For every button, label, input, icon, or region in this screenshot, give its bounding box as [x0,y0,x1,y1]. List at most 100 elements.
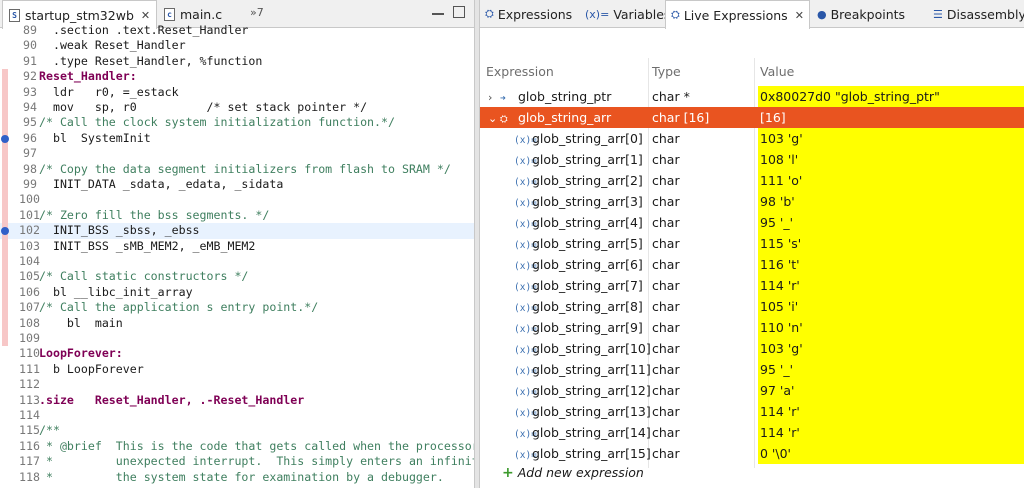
tab-variables[interactable]: (x)= Variables [580,0,675,28]
code-line[interactable]: 90 .weak Reset_Handler [0,38,474,53]
code-line[interactable]: 115/** [0,423,474,438]
line-number: 107 [19,300,40,315]
close-tab-icon[interactable]: ✕ [795,9,804,22]
value-cell[interactable]: 108 'l' [758,149,1024,170]
code-line[interactable]: 98/* Copy the data segment initializers … [0,161,474,177]
column-header-expression[interactable]: Expression [486,64,554,79]
code-line[interactable]: 93 ldr r0, =_estack [0,84,474,100]
code-line[interactable]: 97 [0,146,474,162]
code-line[interactable]: 111 b LoopForever [0,362,474,377]
expression-row[interactable]: (x)=glob_string_arr[2] char 111 'o' [480,170,1024,191]
code-line[interactable]: 99 INIT_DATA _sdata, _edata, _sidata [0,177,474,193]
value-cell[interactable]: 103 'g' [758,338,1024,359]
expression-row[interactable]: (x)=glob_string_arr[6] char 116 't' [480,254,1024,275]
value-cell[interactable]: 114 'r' [758,401,1024,422]
expression-row[interactable]: (x)=glob_string_arr[9] char 110 'n' [480,317,1024,338]
code-line[interactable]: 107/* Call the application s entry point… [0,300,474,316]
line-number: 97 [23,146,37,161]
breakpoint-marker-icon[interactable] [1,134,9,143]
code-line[interactable]: 102 INIT_BSS _sbss, _ebss [0,223,474,239]
expression-row[interactable]: (x)=glob_string_arr[13] char 114 'r' [480,401,1024,422]
value-cell[interactable]: 103 'g' [758,128,1024,149]
expression-row[interactable]: (x)=glob_string_arr[14] char 114 'r' [480,422,1024,443]
code-editor[interactable]: 89 .section .text.Reset_Handler 90 .weak … [0,23,474,488]
code-line[interactable]: 96 bl SystemInit [0,130,474,147]
change-marker [2,84,8,100]
tab-breakpoints[interactable]: ● Breakpoints [812,0,910,28]
add-new-expression[interactable]: + Add new expression [502,463,644,483]
expression-row[interactable]: (x)=glob_string_arr[5] char 115 's' [480,233,1024,254]
type-cell: char [16] [652,110,710,125]
expression-row[interactable]: (x)=glob_string_arr[8] char 105 'i' [480,296,1024,317]
variable-icon: (x)= [514,240,537,251]
maximize-icon[interactable] [453,6,465,18]
code-line[interactable]: 105/* Call static constructors */ [0,269,474,285]
code-line[interactable]: 89 .section .text.Reset_Handler [0,23,474,38]
code-line[interactable]: 108 bl main [0,315,474,331]
expression-cell: (x)=glob_string_arr[12] [484,380,650,401]
line-text: * unexpected interrupt. This simply ente… [45,454,474,469]
code-line[interactable]: 91 .type Reset_Handler, %function [0,54,474,69]
code-line[interactable]: 103 INIT_BSS _sMB_MEM2, _eMB_MEM2 [0,238,474,254]
code-line[interactable]: 112 [0,377,474,392]
code-line[interactable]: 106 bl __libc_init_array [0,284,474,301]
close-tab-icon[interactable]: ✕ [141,9,150,22]
code-line[interactable]: 94 mov sp, r0 /* set stack pointer */ [0,100,474,116]
tab-expressions[interactable]: ⛭ Expressions [480,0,577,28]
tab-overflow-indicator[interactable]: »7 [250,6,264,19]
value-cell[interactable]: 97 'a' [758,380,1024,401]
value-cell[interactable]: 98 'b' [758,191,1024,212]
code-line[interactable]: 100 [0,192,474,208]
value-cell[interactable]: [16] [758,107,1024,128]
expression-row[interactable]: (x)=glob_string_arr[10] char 103 'g' [480,338,1024,359]
value-cell[interactable]: 95 '_' [758,212,1024,233]
value-cell[interactable]: 114 'r' [758,422,1024,443]
value-cell[interactable]: 0 '\0' [758,443,1024,464]
code-line[interactable]: 117 * unexpected interrupt. This simply … [0,454,474,469]
value-cell[interactable]: 115 's' [758,233,1024,254]
value-cell[interactable]: 111 'o' [758,170,1024,191]
value-cell[interactable]: 116 't' [758,254,1024,275]
value-cell[interactable]: 110 'n' [758,317,1024,338]
value-cell[interactable]: 114 'r' [758,275,1024,296]
code-line[interactable]: 113 .size Reset_Handler, .-Reset_Handler [0,393,474,408]
variable-icon: (x)= [514,366,537,377]
code-line[interactable]: 118 * the system state for examination b… [0,470,474,485]
code-line[interactable]: 104 [0,254,474,270]
minimize-icon[interactable] [432,6,444,15]
tab-disassembly[interactable]: ☰ Disassembly [928,0,1024,28]
expression-row[interactable]: (x)=glob_string_arr[0] char 103 'g' [480,128,1024,149]
expression-row[interactable]: (x)=glob_string_arr[7] char 114 'r' [480,275,1024,296]
expression-cell: (x)=glob_string_arr[2] [484,170,650,191]
expression-row[interactable]: (x)=glob_string_arr[3] char 98 'b' [480,191,1024,212]
expression-row[interactable]: (x)=glob_string_arr[15] char 0 '\0' [480,443,1024,464]
expression-row[interactable]: (x)=glob_string_arr[1] char 108 'l' [480,149,1024,170]
tab-label: Variables [613,6,671,22]
code-line[interactable]: 92 Reset_Handler: [0,69,474,85]
code-line[interactable]: 101/* Zero fill the bss segments. */ [0,207,474,224]
code-line[interactable]: 110 LoopForever: [0,346,474,361]
line-text: /* Call the application s entry point.*/ [39,300,319,315]
expression-row[interactable]: (x)=glob_string_arr[4] char 95 '_' [480,212,1024,233]
expression-row[interactable]: ⌄ ⛭ glob_string_arr char [16] [16] [480,107,1024,128]
code-line[interactable]: 114 [0,408,474,423]
code-line[interactable]: 95/* Call the clock system initializatio… [0,115,474,131]
expression-row[interactable]: (x)=glob_string_arr[12] char 97 'a' [480,380,1024,401]
line-text: .section .text.Reset_Handler [39,23,249,37]
expression-row[interactable]: › ➜ glob_string_ptr char * 0x80027d0 "glob_s… [480,86,1024,107]
collapse-arrow-icon[interactable]: ⌄ [488,108,500,128]
code-line[interactable]: 116 * @brief This is the code that gets … [0,439,474,454]
value-cell[interactable]: 105 'i' [758,296,1024,317]
column-header-value[interactable]: Value [760,64,794,79]
tab-live-expressions[interactable]: ⛭ Live Expressions ✕ [665,0,810,29]
line-text: /* Zero fill the bss segments. */ [39,207,270,222]
c-file-icon: c [164,7,175,21]
column-header-type[interactable]: Type [652,64,681,79]
value-cell[interactable]: 95 '_' [758,359,1024,380]
expand-arrow-icon[interactable]: › [488,87,500,107]
expression-row[interactable]: (x)=glob_string_arr[11] char 95 '_' [480,359,1024,380]
variable-icon: (x)= [514,261,537,272]
line-text: ldr r0, =_estack [39,84,179,99]
value-cell[interactable]: 0x80027d0 "glob_string_ptr" [758,86,1024,107]
code-line[interactable]: 109 [0,331,474,347]
